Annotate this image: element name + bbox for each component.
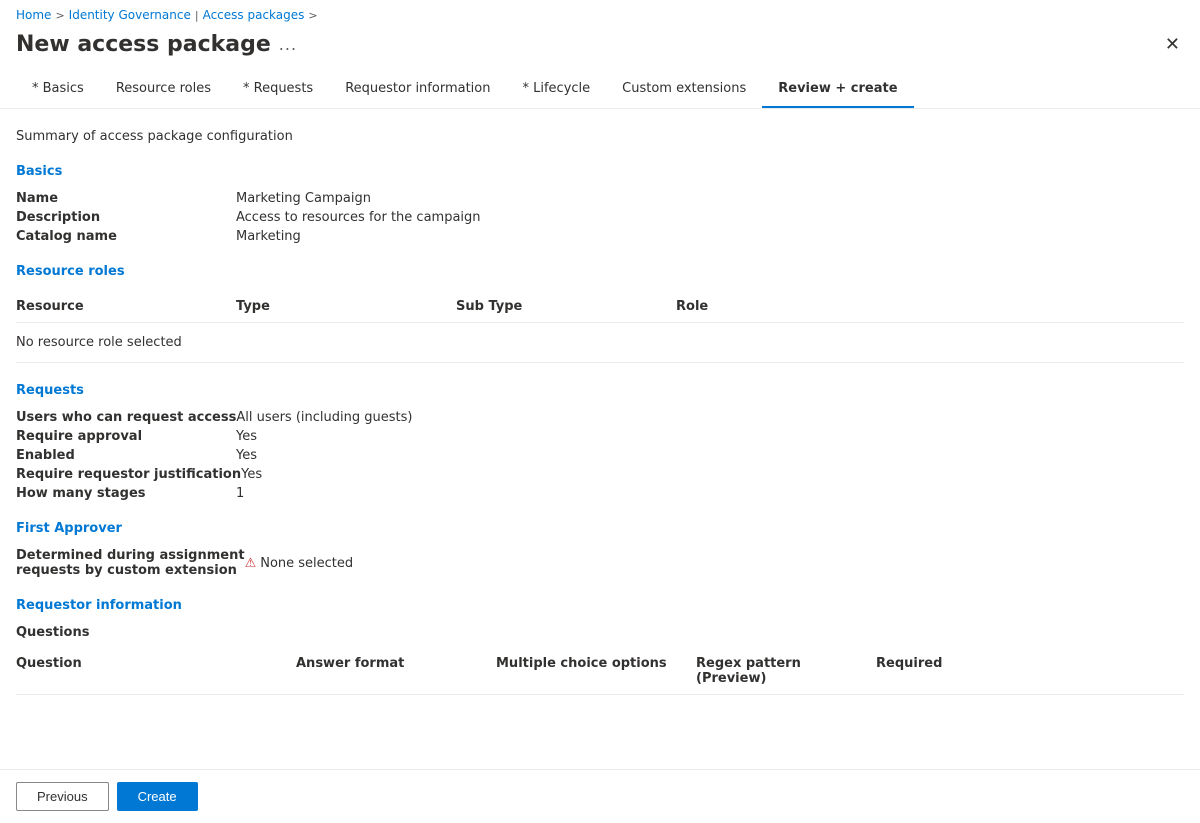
field-users-request-value: All users (including guests) bbox=[236, 410, 412, 425]
field-catalog-name: Catalog name Marketing bbox=[16, 229, 1184, 244]
basics-fields: Name Marketing Campaign Description Acce… bbox=[16, 191, 1184, 244]
more-options-icon[interactable]: ... bbox=[279, 35, 297, 54]
resource-roles-section: Resource roles Resource Type Sub Type Ro… bbox=[16, 264, 1184, 363]
requests-section: Requests Users who can request access Al… bbox=[16, 383, 1184, 501]
resource-roles-table: Resource Type Sub Type Role No resource … bbox=[16, 291, 1184, 363]
field-require-approval: Require approval Yes bbox=[16, 429, 1184, 444]
basics-title[interactable]: Basics bbox=[16, 164, 1184, 179]
field-name: Name Marketing Campaign bbox=[16, 191, 1184, 206]
field-description: Description Access to resources for the … bbox=[16, 210, 1184, 225]
breadcrumb-identity-governance[interactable]: Identity Governance bbox=[69, 8, 191, 22]
col-required: Required bbox=[876, 656, 976, 686]
field-name-label: Name bbox=[16, 191, 236, 206]
basics-section: Basics Name Marketing Campaign Descripti… bbox=[16, 164, 1184, 244]
field-stages: How many stages 1 bbox=[16, 486, 1184, 501]
col-role: Role bbox=[676, 299, 1184, 314]
field-custom-extension-value: ⚠ None selected bbox=[245, 548, 354, 578]
field-custom-extension-label: Determined during assignmentrequests by … bbox=[16, 548, 245, 578]
col-answer-format: Answer format bbox=[296, 656, 496, 686]
field-stages-label: How many stages bbox=[16, 486, 236, 501]
breadcrumb: Home > Identity Governance | Access pack… bbox=[0, 0, 1200, 26]
field-require-justification-label: Require requestor justification bbox=[16, 467, 241, 482]
field-enabled: Enabled Yes bbox=[16, 448, 1184, 463]
breadcrumb-sep-2: > bbox=[308, 9, 317, 22]
tab-resource-roles[interactable]: Resource roles bbox=[100, 71, 227, 108]
requests-fields: Users who can request access All users (… bbox=[16, 410, 1184, 501]
field-catalog-name-label: Catalog name bbox=[16, 229, 236, 244]
tab-basics[interactable]: * Basics bbox=[16, 71, 100, 108]
field-users-request-label: Users who can request access bbox=[16, 410, 236, 425]
field-custom-extension: Determined during assignmentrequests by … bbox=[16, 548, 1184, 578]
first-approver-title[interactable]: First Approver bbox=[16, 521, 1184, 536]
summary-text: Summary of access package configuration bbox=[16, 129, 1184, 144]
first-approver-section: First Approver Determined during assignm… bbox=[16, 521, 1184, 578]
col-subtype: Sub Type bbox=[456, 299, 676, 314]
col-multiple-choice: Multiple choice options bbox=[496, 656, 696, 686]
field-catalog-name-value: Marketing bbox=[236, 229, 301, 244]
field-enabled-value: Yes bbox=[236, 448, 257, 463]
close-button[interactable]: ✕ bbox=[1161, 30, 1184, 59]
none-selected-text: None selected bbox=[260, 556, 353, 571]
col-question: Question bbox=[16, 656, 296, 686]
resource-roles-header: Resource Type Sub Type Role bbox=[16, 291, 1184, 323]
main-content: Summary of access package configuration … bbox=[0, 109, 1200, 769]
field-description-value: Access to resources for the campaign bbox=[236, 210, 481, 225]
page-title: New access package bbox=[16, 32, 271, 57]
page-header: New access package ... ✕ bbox=[0, 26, 1200, 71]
create-button[interactable]: Create bbox=[117, 782, 198, 811]
col-regex-pattern: Regex pattern(Preview) bbox=[696, 656, 876, 686]
tab-lifecycle[interactable]: * Lifecycle bbox=[506, 71, 606, 108]
field-enabled-label: Enabled bbox=[16, 448, 236, 463]
col-type: Type bbox=[236, 299, 456, 314]
resource-roles-no-data: No resource role selected bbox=[16, 323, 1184, 363]
breadcrumb-sep-pipe: | bbox=[195, 9, 199, 22]
previous-button[interactable]: Previous bbox=[16, 782, 109, 811]
tab-requestor-information[interactable]: Requestor information bbox=[329, 71, 506, 108]
field-name-value: Marketing Campaign bbox=[236, 191, 371, 206]
field-require-approval-value: Yes bbox=[236, 429, 257, 444]
breadcrumb-access-packages[interactable]: Access packages bbox=[203, 8, 305, 22]
breadcrumb-home[interactable]: Home bbox=[16, 8, 51, 22]
field-users-request: Users who can request access All users (… bbox=[16, 410, 1184, 425]
error-icon: ⚠ bbox=[245, 556, 257, 571]
tab-review-create[interactable]: Review + create bbox=[762, 71, 913, 108]
field-require-justification: Require requestor justification Yes bbox=[16, 467, 1184, 482]
questions-label: Questions bbox=[16, 625, 1184, 640]
first-approver-fields: Determined during assignmentrequests by … bbox=[16, 548, 1184, 578]
requestor-info-questions: Questions Question Answer format Multipl… bbox=[16, 625, 1184, 695]
page-title-row: New access package ... bbox=[16, 32, 297, 57]
field-require-approval-label: Require approval bbox=[16, 429, 236, 444]
tabs-bar: * Basics Resource roles * Requests Reque… bbox=[0, 71, 1200, 109]
field-require-justification-value: Yes bbox=[241, 467, 262, 482]
requestor-information-title[interactable]: Requestor information bbox=[16, 598, 1184, 613]
questions-table-header: Question Answer format Multiple choice o… bbox=[16, 648, 1184, 695]
resource-roles-title[interactable]: Resource roles bbox=[16, 264, 1184, 279]
col-resource: Resource bbox=[16, 299, 236, 314]
footer: Previous Create bbox=[0, 769, 1200, 823]
field-stages-value: 1 bbox=[236, 486, 244, 501]
tab-custom-extensions[interactable]: Custom extensions bbox=[606, 71, 762, 108]
breadcrumb-sep-1: > bbox=[55, 9, 64, 22]
requestor-information-section: Requestor information Questions Question… bbox=[16, 598, 1184, 695]
requests-title[interactable]: Requests bbox=[16, 383, 1184, 398]
field-description-label: Description bbox=[16, 210, 236, 225]
tab-requests[interactable]: * Requests bbox=[227, 71, 329, 108]
